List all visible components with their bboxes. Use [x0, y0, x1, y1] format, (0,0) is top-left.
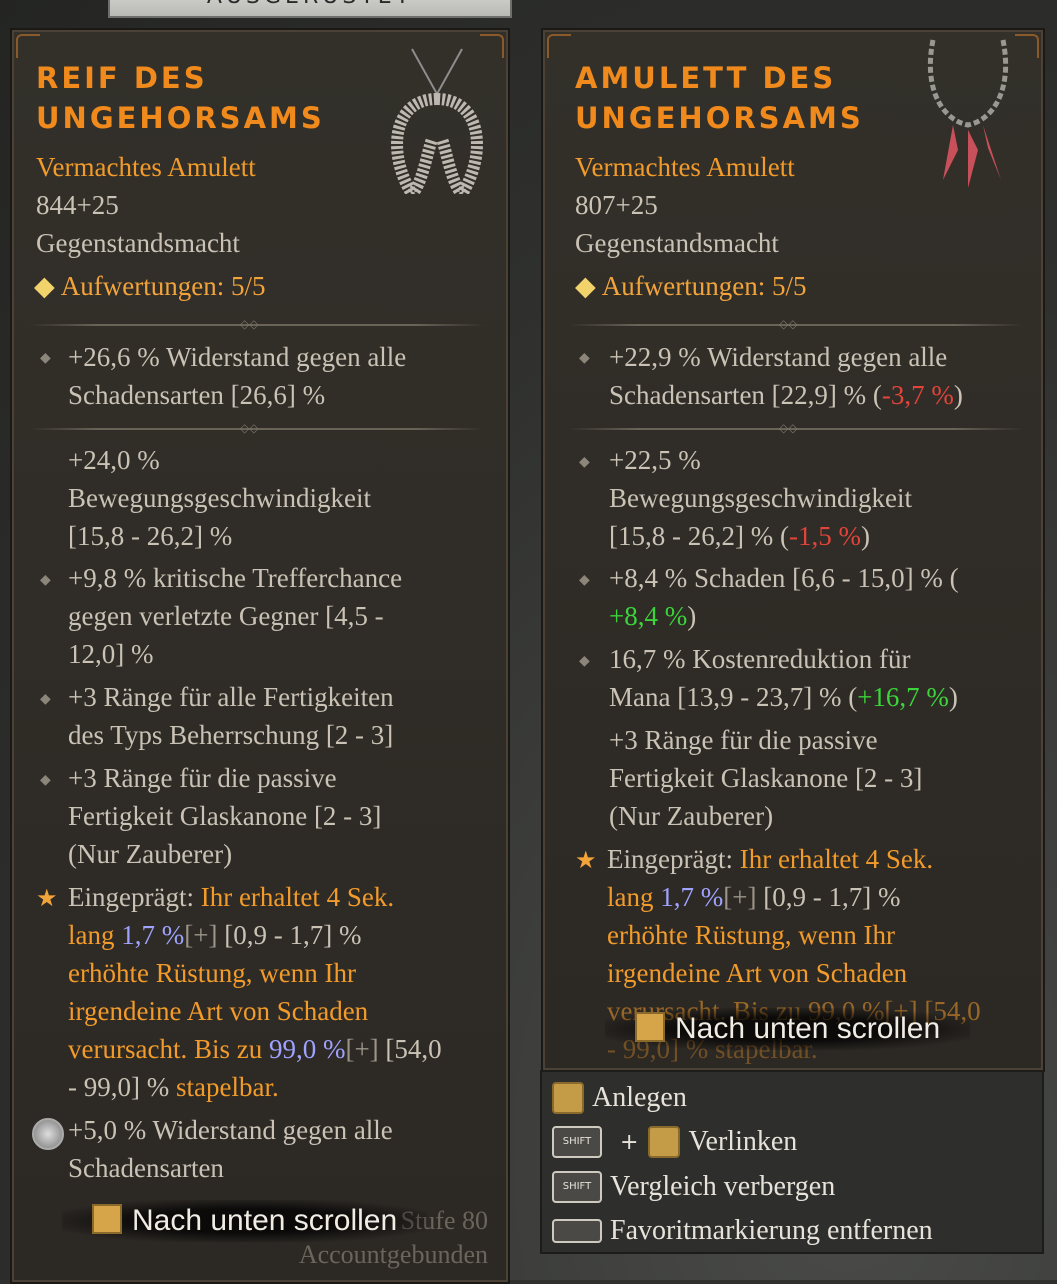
- item-power-label: Gegenstandsmacht: [575, 228, 779, 258]
- action-hints-panel: Anlegen SHIFT + Verlinken SHIFT Vergleic…: [540, 1070, 1044, 1254]
- affix-glass-cannon: +3 Ränge für die passive Fertigkeit Glask…: [68, 763, 382, 869]
- affix-crit-chance: +9,8 % kritische Trefferchance gegen verl…: [68, 563, 403, 669]
- hide-compare-label: Vergleich verbergen: [610, 1171, 836, 1202]
- affix-movement-speed: +22,5 % Bewegungsgeschwindigkeit [15,8 - …: [609, 445, 912, 551]
- bullet-icon: ◆: [579, 454, 590, 470]
- frame-corner: [547, 34, 571, 58]
- scroll-down-hint[interactable]: Nach unten scrollen: [62, 1200, 428, 1242]
- affix-mastery-ranks: +3 Ränge für alle Fertigkeiten des Typs B…: [68, 682, 394, 750]
- bullet-icon: ◆: [40, 772, 51, 788]
- divider: ◇◇: [569, 421, 1023, 435]
- upgrades-text: Aufwertungen: 5/5: [601, 271, 807, 301]
- divider: ◇◇: [30, 317, 484, 331]
- mouse-left-icon: [552, 1082, 584, 1114]
- bullet-icon: ◆: [40, 572, 51, 588]
- item-power: 807+25: [575, 190, 658, 220]
- amulet-icon: [391, 48, 483, 194]
- mouse-scroll-icon: [92, 1204, 122, 1234]
- remove-favorite-label: Favoritmarkierung entfernen: [610, 1215, 933, 1246]
- affix-damage: +8,4 % Schaden [6,6 - 15,0] % ( +8,4 %): [609, 563, 959, 631]
- upgrades-line: ◆ Aufwertungen: 5/5: [575, 267, 806, 305]
- affix-movement-speed: +24,0 % Bewegungsgeschwindigkeit [15,8 - 2…: [68, 445, 371, 551]
- mouse-left-icon: [648, 1126, 681, 1158]
- item-title: REIF DES UNGEHORSAMS: [36, 61, 325, 135]
- equip-action[interactable]: Anlegen: [552, 1082, 687, 1114]
- remove-favorite-action[interactable]: Favoritmarkierung entfernen: [552, 1215, 933, 1247]
- item-power: 844+25: [36, 190, 119, 220]
- bullet-icon: ◆: [579, 572, 590, 588]
- item-power-label: Gegenstandsmacht: [36, 228, 240, 258]
- aspect-star-icon: ★: [575, 846, 597, 874]
- item-title: AMULETT DES UNGEHORSAMS: [575, 61, 864, 135]
- plus-sign: +: [620, 1129, 639, 1155]
- shift-key-icon: SHIFT: [552, 1171, 602, 1203]
- socket-affix: +5,0 % Widerstand gegen alle Schadensarte…: [68, 1115, 393, 1183]
- bullet-icon: ◆: [40, 691, 51, 707]
- upgrades-text: Aufwertungen: 5/5: [60, 271, 266, 301]
- link-label: Verlinken: [688, 1126, 798, 1157]
- bullet-icon: ◆: [579, 350, 590, 366]
- implicit-affix: +26,6 % Widerstand gegen alle Schadensart…: [68, 342, 407, 410]
- bullet-icon: ◆: [579, 653, 590, 669]
- upgrade-diamond-icon: ◆: [575, 271, 596, 301]
- affix-cost-reduction: 16,7 % Kostenreduktion für Mana [13,9 - …: [609, 644, 958, 712]
- mouse-scroll-icon: [635, 1012, 665, 1042]
- hide-compare-action[interactable]: SHIFT Vergleich verbergen: [552, 1171, 835, 1203]
- equip-label: Anlegen: [592, 1082, 687, 1113]
- frame-corner: [16, 34, 40, 58]
- divider: ◇◇: [569, 317, 1023, 331]
- item-type: Vermachtes Amulett: [575, 152, 795, 182]
- amulet-icon: [927, 39, 1009, 188]
- bullet-icon: ◆: [40, 350, 51, 366]
- aspect-star-icon: ★: [36, 884, 58, 912]
- imprinted-aspect: Eingeprägt: Ihr erhaltet 4 Sek. lang 1,7…: [68, 882, 442, 1102]
- link-action[interactable]: SHIFT + Verlinken: [552, 1126, 797, 1158]
- upgrade-diamond-icon: ◆: [34, 271, 55, 301]
- implicit-affix: +22,9 % Widerstand gegen alle Schadensar…: [609, 342, 963, 410]
- account-bound: Accountgebunden: [298, 1240, 488, 1269]
- spacebar-key-icon: [552, 1219, 602, 1243]
- compared-item-tooltip: AMULETT DES UNGEHORSAMS Vermachtes Amule…: [541, 28, 1045, 1072]
- divider: ◇◇: [30, 421, 484, 435]
- shift-key-icon: SHIFT: [552, 1126, 602, 1158]
- upgrades-line: ◆ Aufwertungen: 5/5: [34, 267, 265, 305]
- scroll-down-hint[interactable]: Nach unten scrollen: [605, 1008, 971, 1050]
- equipped-item-tooltip: REIF DES UNGEHORSAMS Vermachtes Amulett …: [10, 28, 510, 1284]
- equipped-tab: AUSGERÜSTET: [108, 0, 512, 18]
- affix-glass-cannon: +3 Ränge für die passive Fertigkeit Glask…: [609, 725, 923, 831]
- item-type: Vermachtes Amulett: [36, 152, 256, 182]
- socket-gem-icon: [32, 1118, 64, 1150]
